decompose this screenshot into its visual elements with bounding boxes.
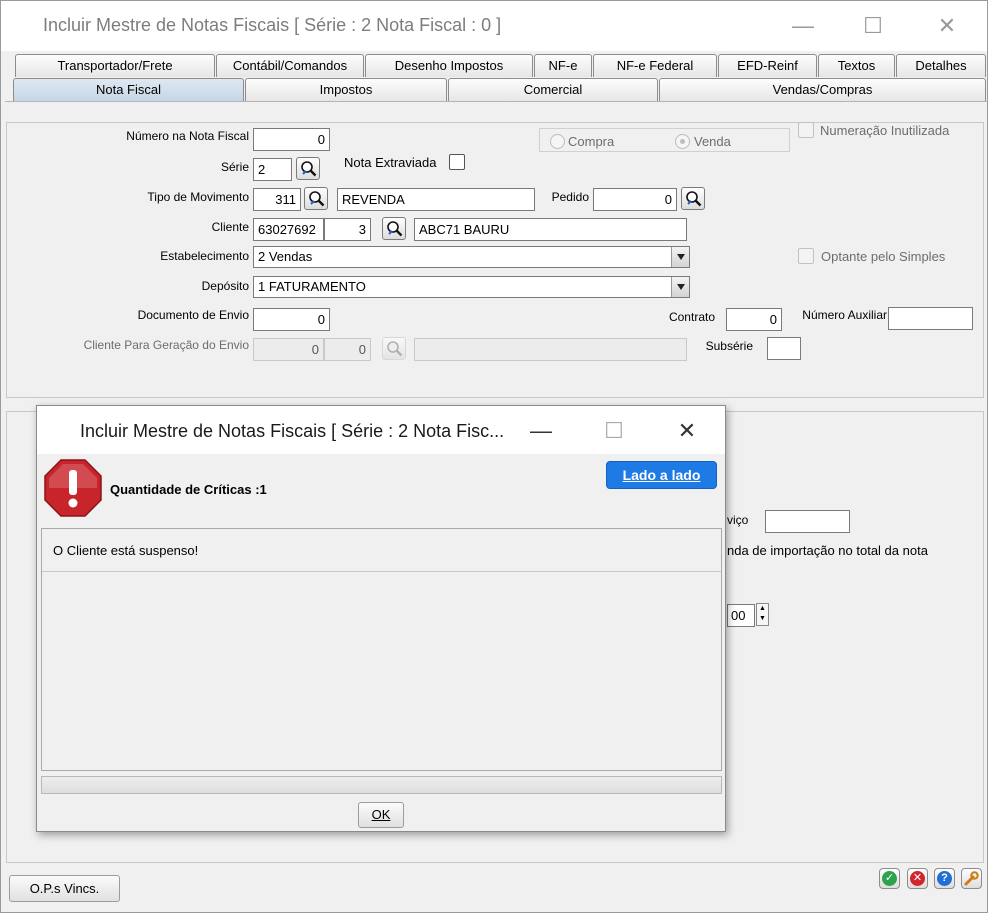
tipo-movimento-label: Tipo de Movimento bbox=[147, 190, 249, 204]
venda-label: Venda bbox=[694, 134, 731, 149]
cliente-envio-seq: 0 bbox=[324, 338, 371, 361]
cliente-envio-code: 0 bbox=[253, 338, 324, 361]
cliente-envio-label: Cliente Para Geração do Envio bbox=[83, 338, 249, 352]
tab-vendas-compras[interactable]: Vendas/Compras bbox=[659, 78, 986, 101]
help-icon: ? bbox=[937, 871, 952, 886]
cliente-envio-search-button bbox=[382, 337, 406, 360]
tipo-movimento-search-button[interactable] bbox=[304, 187, 328, 210]
contrato-input[interactable]: 0 bbox=[726, 308, 782, 331]
compra-radio[interactable] bbox=[550, 134, 565, 149]
tab-desenho-impostos[interactable]: Desenho Impostos bbox=[365, 54, 533, 77]
cliente-search-button[interactable] bbox=[382, 217, 406, 240]
deposito-label: Depósito bbox=[201, 279, 249, 293]
serie-label: Série bbox=[220, 160, 249, 174]
numero-auxiliar-input[interactable] bbox=[888, 307, 973, 330]
serie-search-button[interactable] bbox=[296, 157, 320, 180]
servico-input[interactable] bbox=[765, 510, 850, 533]
dialog-maximize-icon[interactable]: ☐ bbox=[594, 414, 634, 448]
criticas-dialog: Incluir Mestre de Notas Fiscais [ Série … bbox=[36, 405, 726, 832]
pedido-input[interactable]: 0 bbox=[593, 188, 677, 211]
chevron-down-icon[interactable] bbox=[671, 277, 689, 297]
numero-auxiliar-label: Número Auxiliar bbox=[802, 308, 887, 322]
magnifier-icon bbox=[309, 191, 325, 207]
subserie-input[interactable] bbox=[767, 337, 801, 360]
serie-input[interactable]: 2 bbox=[253, 158, 292, 181]
optante-simples-checkbox[interactable] bbox=[798, 248, 814, 264]
servico-partial-label: viço bbox=[727, 513, 749, 527]
critica-message: O Cliente está suspenso! bbox=[53, 543, 199, 558]
list-item[interactable]: O Cliente está suspenso! bbox=[42, 529, 721, 572]
cancel-button[interactable]: ✕ bbox=[907, 868, 928, 889]
cliente-code-input[interactable]: 63027692 bbox=[253, 218, 324, 241]
contrato-label: Contrato bbox=[668, 310, 715, 324]
tab-comercial[interactable]: Comercial bbox=[448, 78, 658, 101]
compra-label: Compra bbox=[568, 134, 615, 149]
progress-bar bbox=[41, 776, 722, 794]
title-bar: Incluir Mestre de Notas Fiscais [ Série … bbox=[1, 1, 987, 51]
cliente-seq-input[interactable]: 3 bbox=[324, 218, 371, 241]
close-icon[interactable]: ✕ bbox=[927, 9, 967, 43]
check-icon: ✓ bbox=[882, 871, 897, 886]
tab-efd-reinf[interactable]: EFD-Reinf bbox=[718, 54, 817, 77]
tab-nota-fiscal[interactable]: Nota Fiscal bbox=[13, 78, 244, 101]
optante-simples-label: Optante pelo Simples bbox=[821, 249, 946, 264]
criticas-list: O Cliente está suspenso! bbox=[41, 528, 722, 771]
tab-nfe-federal[interactable]: NF-e Federal bbox=[593, 54, 717, 77]
dialog-title-bar: Incluir Mestre de Notas Fiscais [ Série … bbox=[37, 406, 725, 454]
numero-input[interactable]: 0 bbox=[253, 128, 330, 151]
estabelecimento-label: Estabelecimento bbox=[160, 249, 249, 263]
venda-radio[interactable] bbox=[675, 134, 690, 149]
window-title: Incluir Mestre de Notas Fiscais [ Série … bbox=[43, 15, 502, 35]
magnifier-icon bbox=[387, 341, 403, 357]
minimize-icon[interactable]: — bbox=[783, 9, 823, 43]
close-circle-icon: ✕ bbox=[910, 871, 925, 886]
dialog-close-icon[interactable]: ✕ bbox=[667, 414, 707, 448]
cliente-name: ABC71 BAURU bbox=[414, 218, 687, 241]
wrench-icon bbox=[964, 871, 979, 886]
tab-textos[interactable]: Textos bbox=[818, 54, 895, 77]
help-button[interactable]: ? bbox=[934, 868, 955, 889]
magnifier-icon bbox=[387, 221, 403, 237]
pedido-search-button[interactable] bbox=[681, 187, 705, 210]
criticas-count: Quantidade de Críticas :1 bbox=[110, 482, 267, 497]
tab-contabil-comandos[interactable]: Contábil/Comandos bbox=[216, 54, 364, 77]
dialog-title: Incluir Mestre de Notas Fiscais [ Série … bbox=[80, 421, 505, 441]
nota-extraviada-label: Nota Extraviada bbox=[344, 155, 437, 170]
pedido-label: Pedido bbox=[551, 190, 589, 204]
doc-envio-label: Documento de Envio bbox=[137, 308, 249, 322]
tab-transportador-frete[interactable]: Transportador/Frete bbox=[15, 54, 215, 77]
dialog-minimize-icon[interactable]: — bbox=[521, 414, 561, 448]
tipo-movimento-code[interactable]: 311 bbox=[253, 188, 301, 211]
tab-divider bbox=[5, 101, 987, 102]
lado-a-lado-button[interactable]: Lado a lado bbox=[606, 461, 717, 489]
spinner-arrows-icon[interactable]: ▲ ▼ bbox=[756, 603, 769, 626]
maximize-icon[interactable]: ☐ bbox=[853, 9, 893, 43]
tipo-movimento-desc: REVENDA bbox=[337, 188, 535, 211]
cliente-label: Cliente bbox=[211, 220, 249, 234]
tab-impostos[interactable]: Impostos bbox=[245, 78, 447, 101]
spinner-input[interactable]: 00 bbox=[727, 604, 755, 627]
doc-envio-input[interactable]: 0 bbox=[253, 308, 330, 331]
deposito-select[interactable]: 1 FATURAMENTO bbox=[253, 276, 690, 298]
chevron-down-icon[interactable] bbox=[671, 247, 689, 267]
importacao-partial-label: nda de importação no total da nota bbox=[727, 543, 928, 558]
tools-button[interactable] bbox=[961, 868, 982, 889]
ok-button[interactable]: OK bbox=[358, 802, 404, 828]
estabelecimento-value: 2 Vendas bbox=[258, 249, 313, 264]
estabelecimento-select[interactable]: 2 Vendas bbox=[253, 246, 690, 268]
error-stop-icon bbox=[44, 459, 102, 517]
subserie-label: Subsérie bbox=[705, 339, 753, 353]
deposito-value: 1 FATURAMENTO bbox=[258, 279, 366, 294]
magnifier-icon bbox=[301, 161, 317, 177]
numeracao-inutilizada-label: Numeração Inutilizada bbox=[820, 123, 950, 138]
confirm-button[interactable]: ✓ bbox=[879, 868, 900, 889]
tab-detalhes[interactable]: Detalhes bbox=[896, 54, 986, 77]
ops-vincs-button[interactable]: O.P.s Vincs. bbox=[9, 875, 120, 902]
nota-extraviada-checkbox[interactable] bbox=[449, 154, 465, 170]
magnifier-icon bbox=[686, 191, 702, 207]
cliente-envio-name bbox=[414, 338, 687, 361]
numeracao-inutilizada-checkbox[interactable] bbox=[798, 122, 814, 138]
tab-nfe[interactable]: NF-e bbox=[534, 54, 592, 77]
numero-label: Número na Nota Fiscal bbox=[126, 129, 249, 143]
